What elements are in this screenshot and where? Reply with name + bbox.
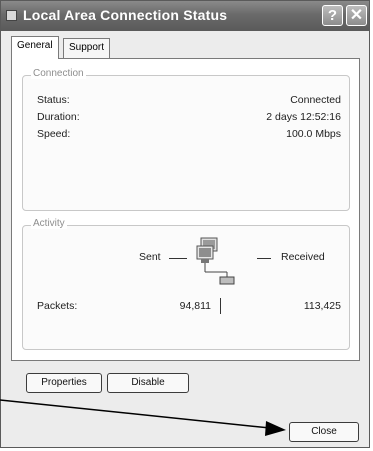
pointer-arrow — [0, 399, 286, 436]
tab-general[interactable]: General — [11, 36, 59, 59]
